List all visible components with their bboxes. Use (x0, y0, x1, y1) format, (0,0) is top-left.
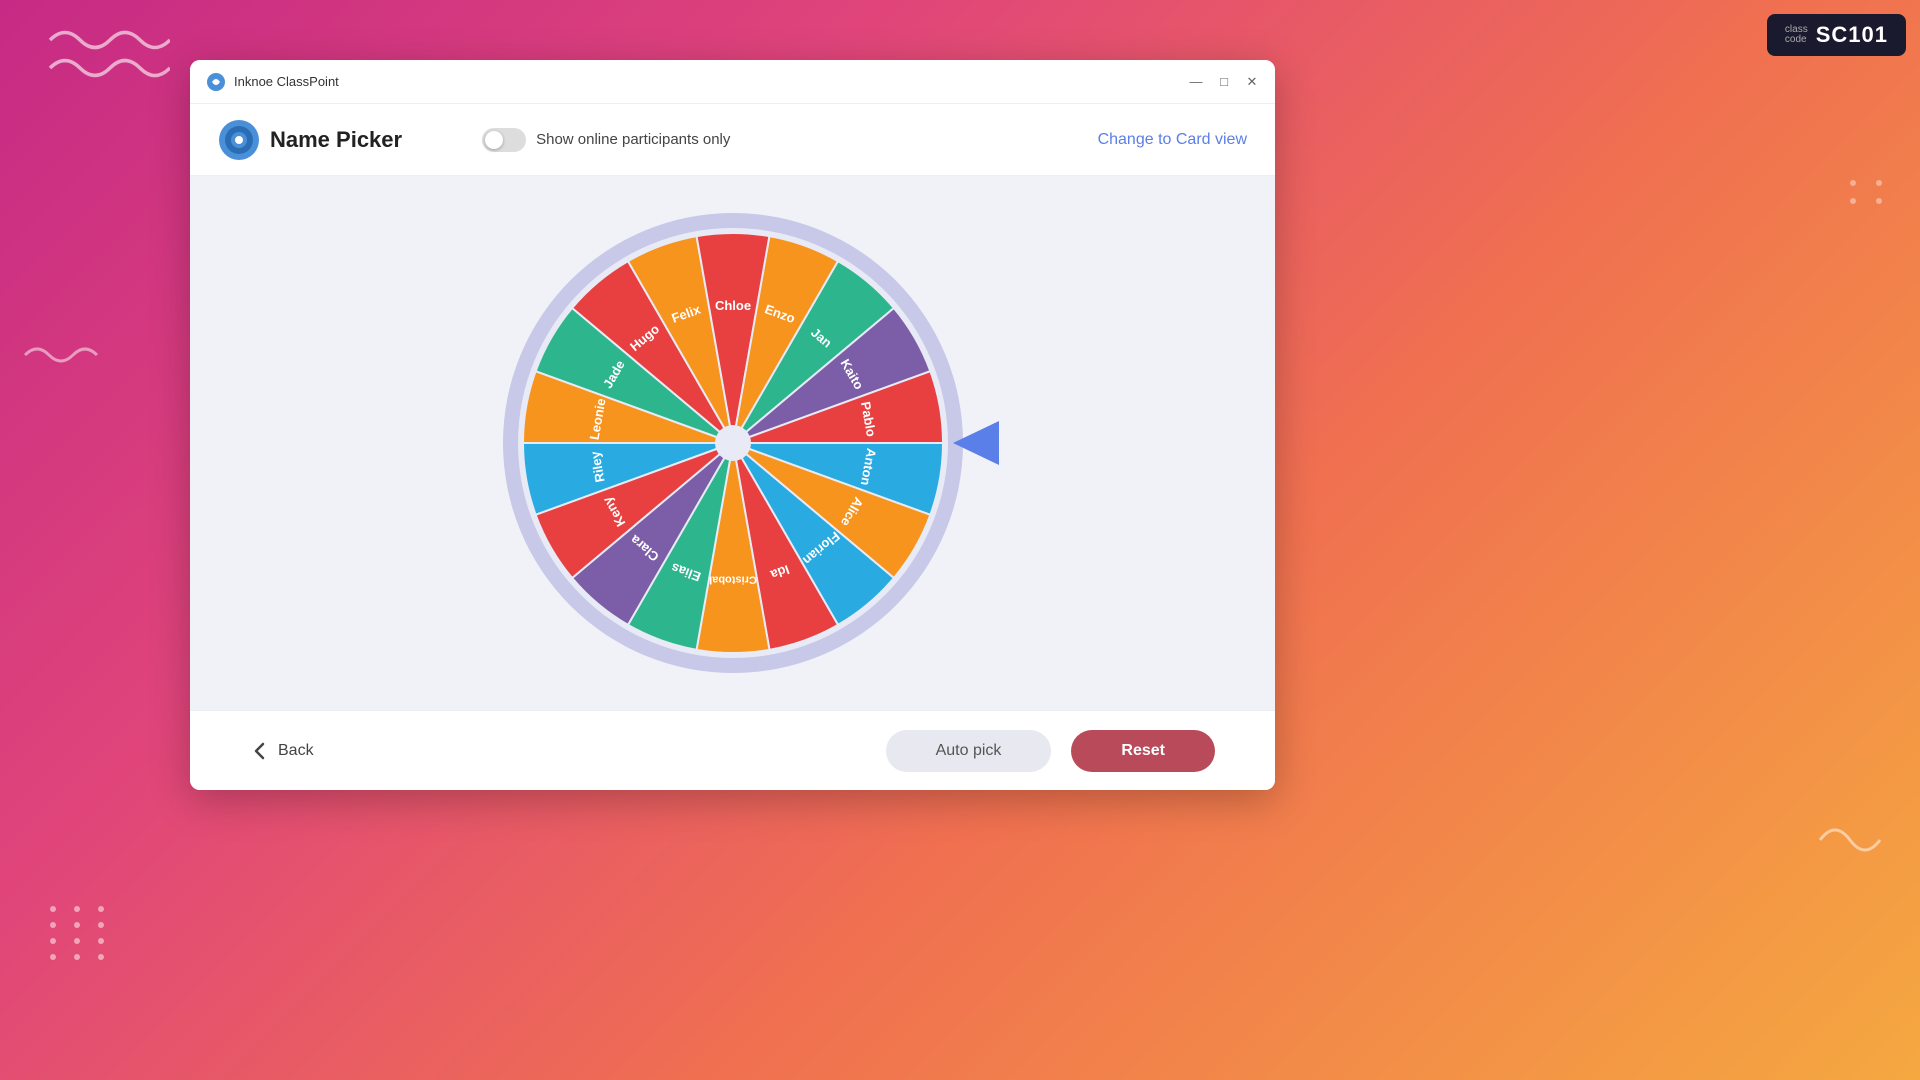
close-button[interactable]: ✕ (1245, 75, 1259, 89)
change-view-button[interactable]: Change to Card view (1098, 131, 1247, 149)
spinner-wheel[interactable]: RileyLeonieJadeHugoFelixChloeEnzoJanKait… (493, 203, 973, 683)
auto-pick-button[interactable]: Auto pick (886, 730, 1052, 772)
app-icon (206, 72, 226, 92)
wheel-area: RileyLeonieJadeHugoFelixChloeEnzoJanKait… (190, 176, 1275, 710)
main-dialog: Inknoe ClassPoint — □ ✕ Name Picker Show… (190, 60, 1275, 790)
back-button[interactable]: Back (250, 741, 314, 761)
title-bar-app-name: Inknoe ClassPoint (234, 74, 1189, 89)
logo-icon (218, 119, 260, 161)
bg-dots-bottom-left (50, 906, 112, 960)
bg-squiggle-mid (20, 340, 100, 370)
back-label: Back (278, 742, 314, 760)
toolbar-logo: Name Picker (218, 119, 402, 161)
footer: Back Auto pick Reset (190, 710, 1275, 790)
toolbar-title: Name Picker (270, 127, 402, 153)
wheel-container: RileyLeonieJadeHugoFelixChloeEnzoJanKait… (493, 203, 973, 683)
svg-text:Chloe: Chloe (714, 298, 750, 313)
title-bar-controls: — □ ✕ (1189, 75, 1259, 89)
wheel-pointer (953, 421, 999, 465)
maximize-button[interactable]: □ (1217, 75, 1231, 89)
bg-squiggle-top (40, 20, 170, 90)
toolbar-toggle-area: Show online participants only (482, 128, 730, 152)
minimize-button[interactable]: — (1189, 75, 1203, 89)
bg-squiggle-bottom-right (1810, 800, 1890, 880)
toolbar: Name Picker Show online participants onl… (190, 104, 1275, 176)
reset-button[interactable]: Reset (1071, 730, 1215, 772)
toggle-label: Show online participants only (536, 131, 730, 148)
class-code-value: SC101 (1816, 22, 1888, 48)
title-bar: Inknoe ClassPoint — □ ✕ (190, 60, 1275, 104)
back-arrow-icon (250, 741, 270, 761)
svg-text:Cristobal: Cristobal (709, 574, 757, 586)
class-code-badge: class code SC101 (1767, 14, 1906, 56)
online-only-toggle[interactable] (482, 128, 526, 152)
class-code-small-code: code (1785, 35, 1808, 45)
toggle-knob (485, 131, 503, 149)
bg-dots-top-right (1850, 180, 1890, 204)
